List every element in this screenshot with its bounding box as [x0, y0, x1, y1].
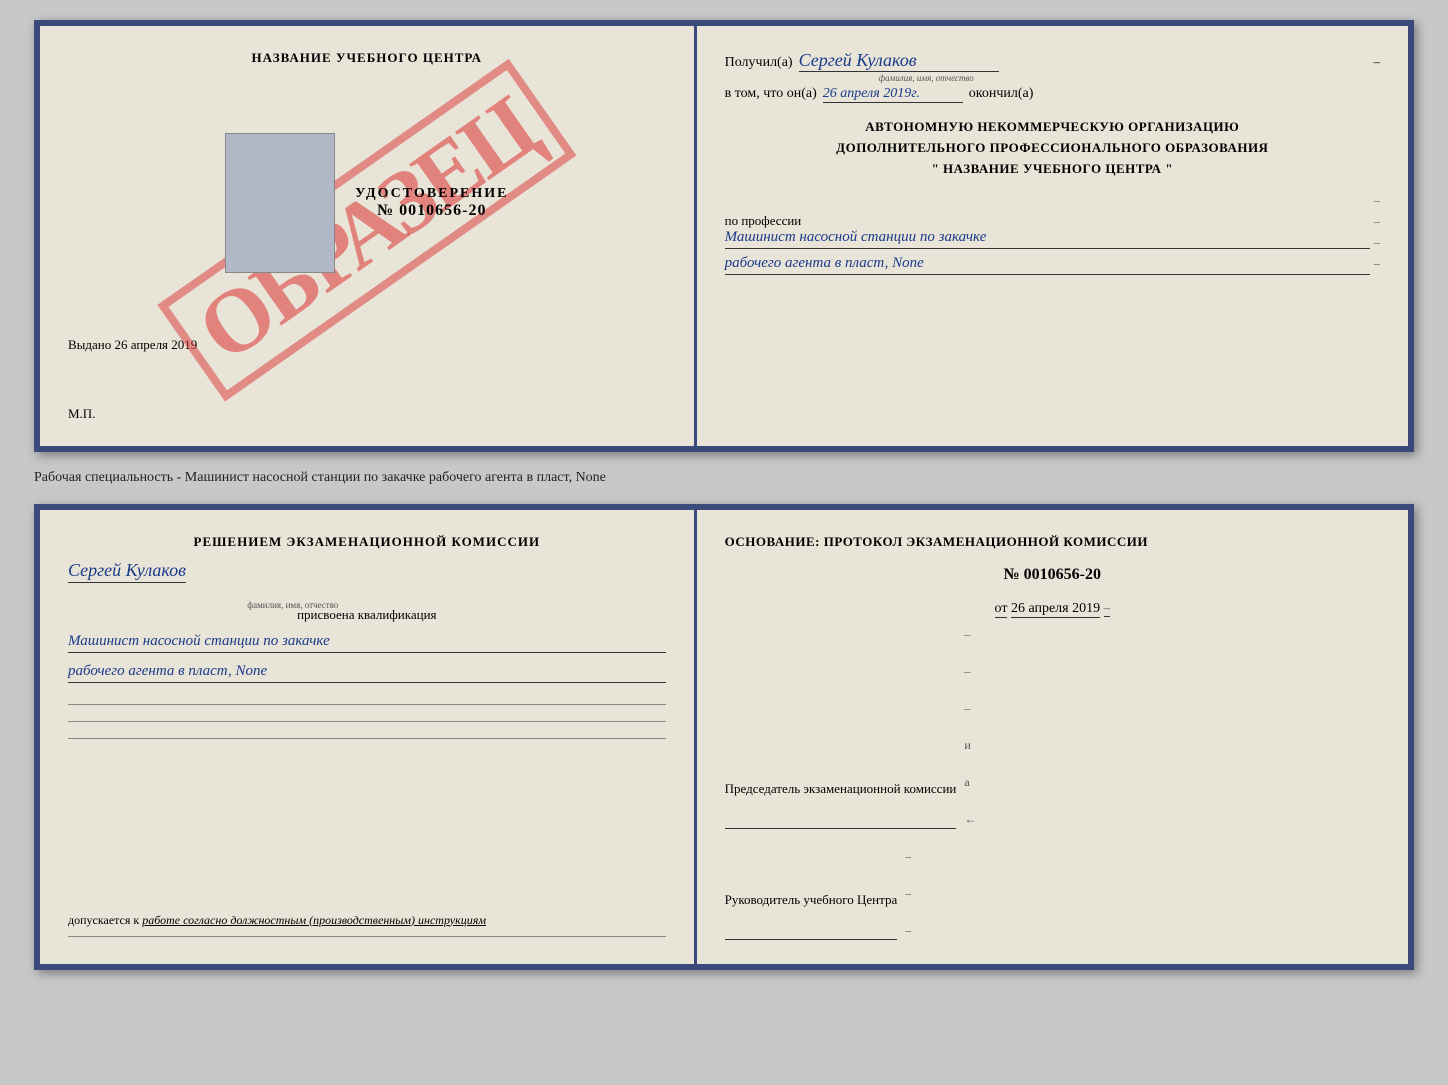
dopusk-text: работе согласно должностным (производств… [142, 913, 486, 927]
cert-top-right: Получил(а) Сергей Кулаков фамилия, имя, … [697, 26, 1408, 446]
po-professii-label: по профессии [725, 213, 1370, 229]
rukovoditel-block: Руководитель учебного Центра [725, 892, 898, 940]
dopusk-label: допускается к [68, 913, 139, 927]
udostoverenie-label: УДОСТОВЕРЕНИЕ [355, 186, 508, 202]
ot-label: от [995, 601, 1008, 618]
subtitle-row: Рабочая специальность - Машинист насосно… [34, 462, 1414, 494]
osnovanie-title: Основание: протокол экзаменационной коми… [725, 534, 1380, 550]
vtom-line: в том, что он(а) 26 апреля 2019г. окончи… [725, 86, 1380, 103]
qual-line1: Машинист насосной станции по закачке [68, 633, 666, 653]
cert-top-left: НАЗВАНИЕ УЧЕБНОГО ЦЕНТРА ОБРАЗЕЦ УДОСТОВ… [40, 26, 697, 446]
right-dashes: –––– [1374, 193, 1380, 275]
mp-line: М.П. [68, 406, 95, 422]
cert-date: 26 апреля 2019г. [823, 86, 963, 103]
vydano-line: Выдано 26 апреля 2019 [68, 337, 197, 353]
predsedatel-signature [725, 811, 957, 829]
person-name-bottom: Сергей Кулаков [68, 560, 186, 583]
org-line1: АВТОНОМНУЮ НЕКОММЕРЧЕСКУЮ ОРГАНИЗАЦИЮ [725, 117, 1380, 138]
org-line2: ДОПОЛНИТЕЛЬНОГО ПРОФЕССИОНАЛЬНОГО ОБРАЗО… [725, 138, 1380, 159]
familiya-hint: фамилия, имя, отчество [879, 73, 974, 83]
predsedatel-block: Председатель экзаменационной комиссии [725, 781, 957, 829]
cert-bottom-left: Решением экзаменационной комиссии Сергей… [40, 510, 697, 964]
predsedatel-label: Председатель экзаменационной комиссии [725, 781, 957, 797]
dopuskaetsya-block: допускается к работе согласно должностны… [68, 913, 666, 940]
cert-number: № 0010656-20 [355, 202, 508, 220]
cert-number-block: УДОСТОВЕРЕНИЕ № 0010656-20 [355, 186, 508, 220]
vtom-label: в том, что он(а) [725, 86, 817, 102]
dash1: – [1373, 54, 1380, 70]
rukovoditel-signature [725, 922, 898, 940]
subtitle-text: Рабочая специальность - Машинист насосно… [34, 470, 606, 485]
okonchil-label: окончил(а) [969, 86, 1034, 102]
center-title: НАЗВАНИЕ УЧЕБНОГО ЦЕНТРА [252, 50, 483, 66]
ot-date: от 26 апреля 2019 – [725, 600, 1380, 617]
poluchil-name: Сергей Кулаков фамилия, имя, отчество [799, 50, 999, 72]
cert-bottom-right: Основание: протокол экзаменационной коми… [697, 510, 1408, 964]
profession-line1: Машинист насосной станции по закачке [725, 229, 1370, 249]
photo-placeholder [225, 133, 335, 273]
protocol-number: № 0010656-20 [725, 566, 1380, 584]
certificate-top: НАЗВАНИЕ УЧЕБНОГО ЦЕНТРА ОБРАЗЕЦ УДОСТОВ… [34, 20, 1414, 452]
org-line3: " НАЗВАНИЕ УЧЕБНОГО ЦЕНТРА " [725, 159, 1380, 180]
qual-line2: рабочего агента в пласт, None [68, 663, 666, 683]
profession-line2: рабочего агента в пласт, None [725, 255, 1370, 275]
resheniem-title: Решением экзаменационной комиссии [68, 534, 666, 550]
poluchil-line: Получил(а) Сергей Кулаков фамилия, имя, … [725, 50, 1380, 72]
poluchil-label: Получил(а) [725, 55, 793, 71]
protocol-date: 26 апреля 2019 [1011, 601, 1100, 618]
rukovoditel-label: Руководитель учебного Центра [725, 892, 898, 908]
familiya-hint-bottom: фамилия, имя, отчество [247, 600, 338, 610]
certificate-bottom: Решением экзаменационной комиссии Сергей… [34, 504, 1414, 970]
prisvoena-label: присвоена квалификация [68, 607, 666, 623]
org-block: АВТОНОМНУЮ НЕКОММЕРЧЕСКУЮ ОРГАНИЗАЦИЮ ДО… [725, 117, 1380, 179]
